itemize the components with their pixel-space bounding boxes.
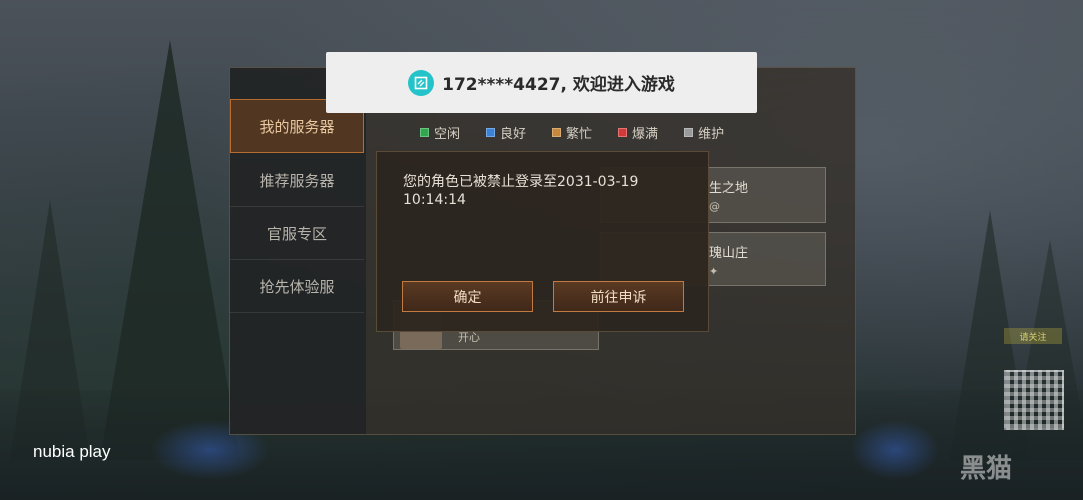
background-glow <box>850 420 940 480</box>
status-square-icon <box>486 128 496 137</box>
status-square-icon <box>420 128 429 137</box>
server-sub: @ <box>709 200 720 213</box>
sidebar-item-label: 抢先体验服 <box>259 277 335 296</box>
welcome-toast: 172****4427, 欢迎进入游戏 <box>326 52 757 113</box>
legend-item-busy: 繁忙 <box>552 123 592 142</box>
nubia-play-watermark: nubia play <box>33 442 111 461</box>
server-name: 瑰山庄 <box>709 246 749 261</box>
ban-message: 您的角色已被禁止登录至2031-03-19 10:14:14 <box>403 174 639 208</box>
brand-logo: 黑猫 <box>960 454 1013 484</box>
qr-code <box>1004 370 1064 430</box>
legend-label: 空闲 <box>434 127 461 142</box>
legend-label: 维护 <box>698 127 725 142</box>
legend-item-full: 爆满 <box>618 123 658 142</box>
ban-notice-dialog: 您的角色已被禁止登录至2031-03-19 10:14:14 确定 前往申诉 <box>376 151 709 332</box>
legend-item-good: 良好 <box>486 123 526 142</box>
legend-item-idle: 空闲 <box>420 123 460 142</box>
status-square-icon <box>618 128 628 137</box>
server-status-legend: 空闲 良好 繁忙 爆满 维护 <box>420 123 724 142</box>
toast-message: 172****4427, 欢迎进入游戏 <box>442 75 675 95</box>
legend-label: 繁忙 <box>566 127 593 142</box>
appeal-button[interactable]: 前往申诉 <box>553 281 684 312</box>
status-square-icon <box>552 128 562 137</box>
confirm-button[interactable]: 确定 <box>402 281 533 312</box>
sidebar-item-label: 我的服务器 <box>259 117 335 136</box>
status-square-icon <box>684 128 694 137</box>
coupon-icon <box>408 69 435 96</box>
sidebar-item-recommended[interactable]: 推荐服务器 <box>230 154 364 207</box>
sidebar-item-label: 官服专区 <box>266 224 327 243</box>
server-name: 生之地 <box>709 181 749 196</box>
sidebar-item-label: 推荐服务器 <box>259 171 335 190</box>
sidebar-item-official[interactable]: 官服专区 <box>230 207 364 260</box>
appeal-button-label: 前往申诉 <box>590 289 647 306</box>
qr-caption: 请关注 <box>1004 328 1062 344</box>
legend-item-maintenance: 维护 <box>684 123 724 142</box>
legend-label: 良好 <box>500 127 527 142</box>
server-sidebar: 我的服务器 推荐服务器 官服专区 抢先体验服 <box>230 68 366 434</box>
server-sub: ✦ <box>709 265 719 278</box>
confirm-button-label: 确定 <box>453 289 482 306</box>
legend-label: 爆满 <box>632 127 659 142</box>
sidebar-item-early-access[interactable]: 抢先体验服 <box>230 260 364 313</box>
